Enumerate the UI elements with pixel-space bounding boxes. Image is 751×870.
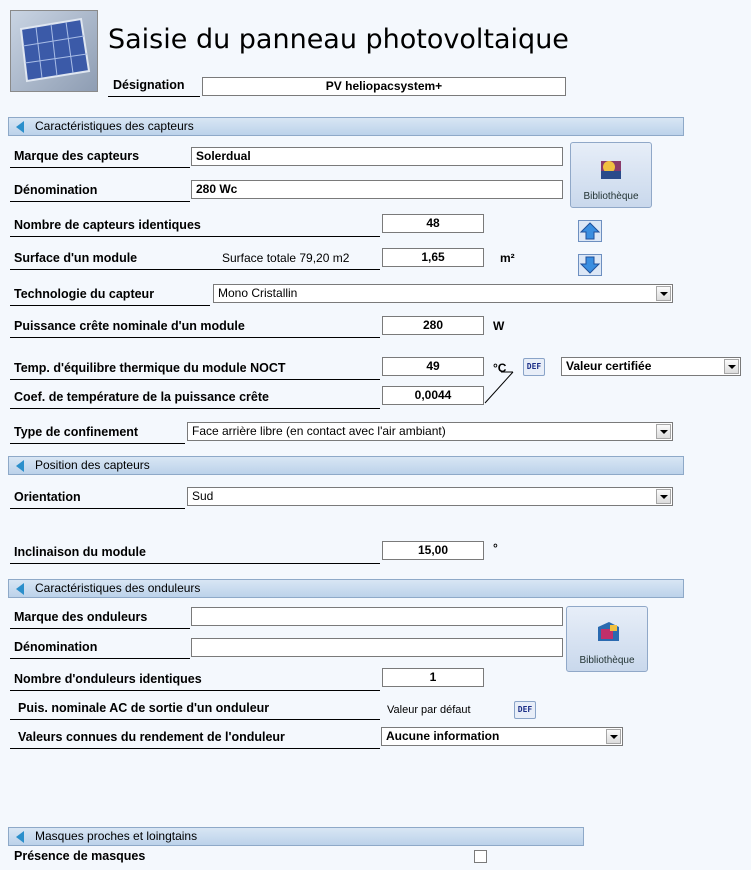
page-title: Saisie du panneau photovoltaique bbox=[108, 24, 569, 55]
noct-label: Temp. d'équilibre thermique du module NO… bbox=[14, 361, 286, 375]
collapse-arrow-icon bbox=[16, 831, 24, 843]
puissance-field[interactable]: 280 bbox=[382, 316, 484, 335]
orientation-select[interactable]: Sud bbox=[187, 487, 673, 506]
nombre-capteurs-field[interactable]: 48 bbox=[382, 214, 484, 233]
nombre-onduleurs-field[interactable]: 1 bbox=[382, 668, 484, 687]
marque-capteurs-label: Marque des capteurs bbox=[14, 149, 140, 163]
surface-module-field[interactable]: 1,65 bbox=[382, 248, 484, 267]
denomination-onduleurs-field[interactable] bbox=[191, 638, 563, 657]
designation-label: Désignation bbox=[113, 78, 185, 92]
surface-module-label: Surface d'un module bbox=[14, 251, 138, 265]
confinement-select[interactable]: Face arrière libre (en contact avec l'ai… bbox=[187, 422, 673, 441]
noct-field[interactable]: 49 bbox=[382, 357, 484, 376]
solar-panel-icon bbox=[19, 17, 91, 83]
presence-masques-checkbox[interactable] bbox=[474, 850, 487, 863]
section-capteurs[interactable]: Caractéristiques des capteurs bbox=[8, 117, 684, 136]
coef-label: Coef. de température de la puissance crê… bbox=[14, 390, 269, 404]
def-puis-button[interactable]: DEF bbox=[514, 701, 536, 719]
nombre-capteurs-label: Nombre de capteurs identiques bbox=[14, 218, 201, 232]
section-position[interactable]: Position des capteurs bbox=[8, 456, 684, 475]
noct-select[interactable]: Valeur certifiée bbox=[561, 357, 741, 376]
orientation-label: Orientation bbox=[14, 490, 81, 504]
collapse-arrow-icon bbox=[16, 583, 24, 595]
marque-onduleurs-field[interactable] bbox=[191, 607, 563, 626]
marque-capteurs-field[interactable]: Solerdual bbox=[191, 147, 563, 166]
def-noct-button[interactable]: DEF bbox=[523, 358, 545, 376]
coef-field[interactable]: 0,0044 bbox=[382, 386, 484, 405]
library-inverter-icon bbox=[598, 622, 619, 641]
collapse-arrow-icon bbox=[16, 460, 24, 472]
presence-masques-label: Présence de masques bbox=[14, 849, 146, 863]
denomination-onduleurs-label: Dénomination bbox=[14, 640, 98, 654]
surface-totale-text: Surface totale 79,20 m2 bbox=[222, 251, 350, 265]
confinement-label: Type de confinement bbox=[14, 425, 139, 439]
section-onduleurs[interactable]: Caractéristiques des onduleurs bbox=[8, 579, 684, 598]
designation-field[interactable]: PV heliopacsystem+ bbox=[202, 77, 566, 96]
inclinaison-field[interactable]: 15,00 bbox=[382, 541, 484, 560]
library-capteurs-button[interactable]: Bibliothèque bbox=[570, 142, 652, 208]
rendement-select[interactable]: Aucune information bbox=[381, 727, 623, 746]
surface-unit: m² bbox=[500, 251, 515, 265]
chevron-down-icon[interactable] bbox=[606, 729, 621, 744]
chevron-down-icon[interactable] bbox=[656, 489, 671, 504]
panel-image bbox=[10, 10, 98, 92]
denomination-capteurs-field[interactable]: 280 Wc bbox=[191, 180, 563, 199]
chevron-down-icon[interactable] bbox=[724, 359, 739, 374]
arrow-down-icon[interactable] bbox=[578, 254, 602, 276]
inclinaison-label: Inclinaison du module bbox=[14, 545, 146, 559]
arrow-up-icon[interactable] bbox=[578, 220, 602, 242]
puissance-unit: W bbox=[493, 319, 505, 333]
denomination-capteurs-label: Dénomination bbox=[14, 183, 98, 197]
library-onduleurs-button[interactable]: Bibliothèque bbox=[566, 606, 648, 672]
collapse-arrow-icon bbox=[16, 121, 24, 133]
puis-nominale-label: Puis. nominale AC de sortie d'un onduleu… bbox=[18, 701, 270, 715]
section-masques[interactable]: Masques proches et loingtains bbox=[8, 827, 584, 846]
puissance-label: Puissance crête nominale d'un module bbox=[14, 319, 245, 333]
inclinaison-unit: ° bbox=[493, 541, 498, 555]
puis-default-text: Valeur par défaut bbox=[387, 704, 471, 716]
library-panel-icon bbox=[601, 161, 621, 179]
technologie-select[interactable]: Mono Cristallin bbox=[213, 284, 673, 303]
chevron-down-icon[interactable] bbox=[656, 286, 671, 301]
nombre-onduleurs-label: Nombre d'onduleurs identiques bbox=[14, 672, 202, 686]
marque-onduleurs-label: Marque des onduleurs bbox=[14, 610, 148, 624]
chevron-down-icon[interactable] bbox=[656, 424, 671, 439]
link-line bbox=[484, 371, 514, 404]
technologie-label: Technologie du capteur bbox=[14, 287, 155, 301]
rendement-label: Valeurs connues du rendement de l'ondule… bbox=[18, 730, 285, 744]
